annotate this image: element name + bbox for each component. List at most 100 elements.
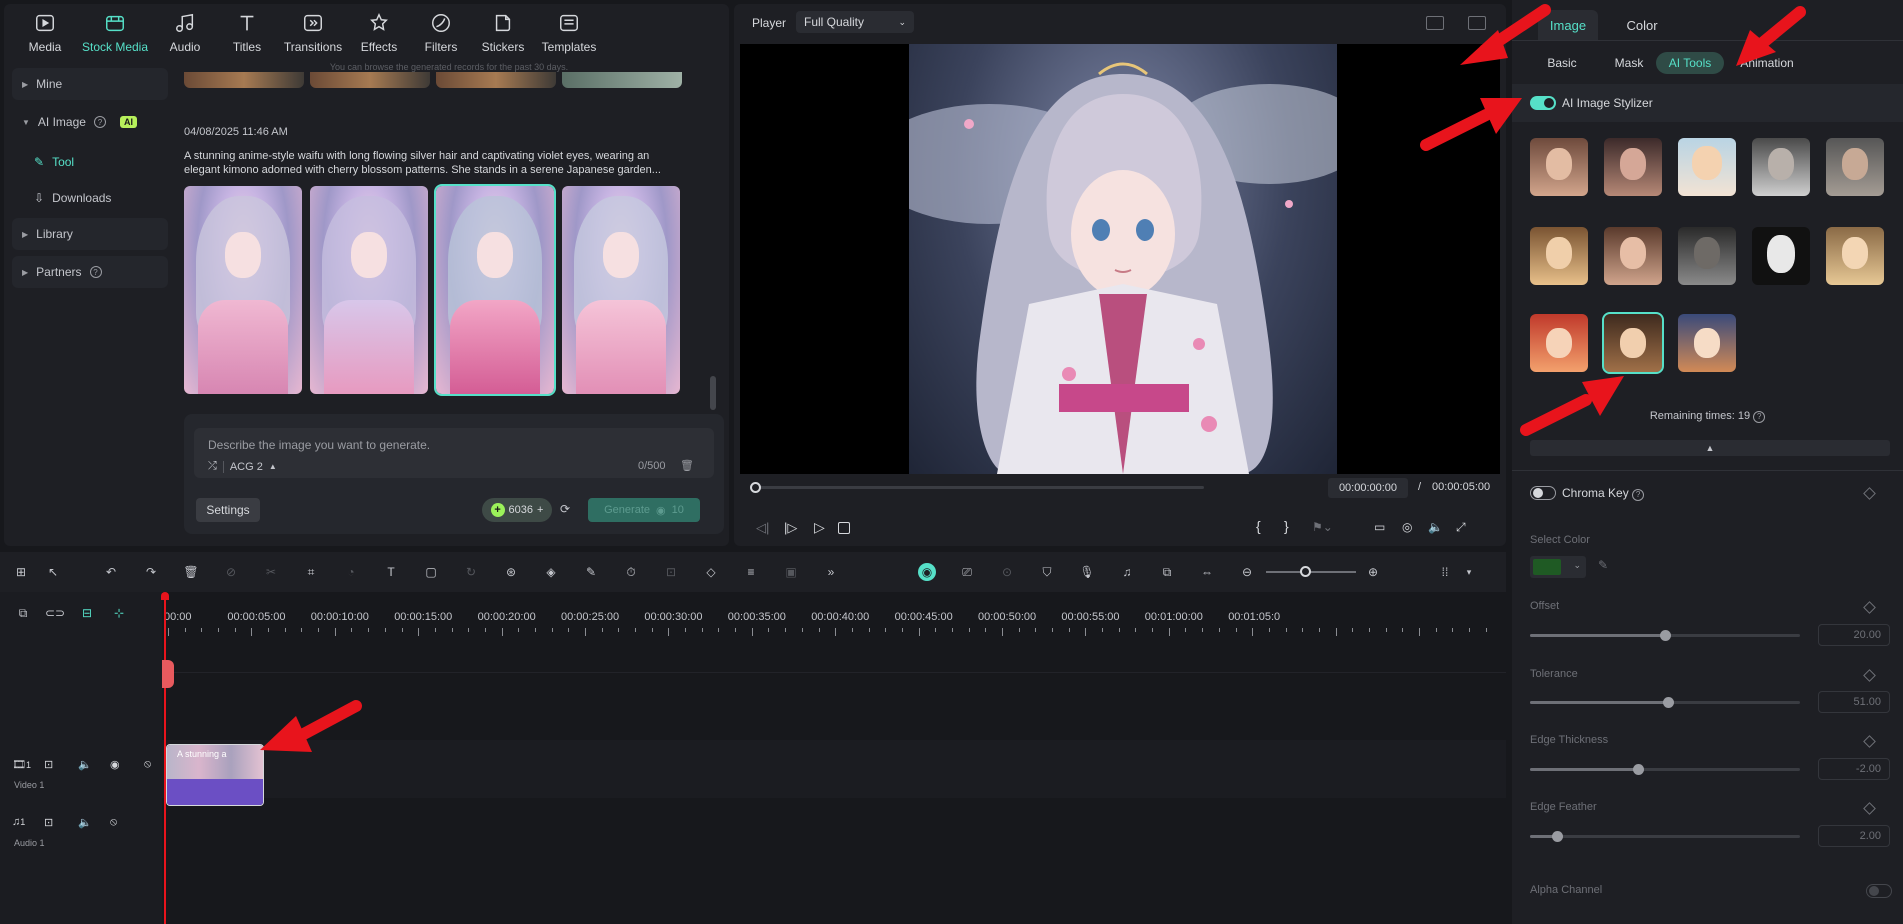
chroma-key-toggle[interactable] — [1530, 486, 1556, 500]
collapse-button[interactable]: ▲ — [1530, 440, 1890, 456]
offset-slider[interactable] — [1530, 630, 1800, 641]
nav-tool[interactable]: ✎ Tool — [12, 144, 168, 180]
style-thumb[interactable] — [1826, 138, 1884, 196]
color-picker[interactable]: ⌄ — [1530, 556, 1586, 578]
nav-downloads[interactable]: ⇩ Downloads — [12, 180, 168, 216]
tab-templates[interactable]: Templates — [534, 4, 604, 62]
timeline-ruler[interactable]: 00:00 00:00:05:00 00:00:10:00 00:00:15:00 00… — [0, 552, 1506, 636]
tab-stock-media[interactable]: Stock Media — [76, 4, 154, 62]
gen-timestamp: 04/08/2025 11:46 AM — [184, 126, 288, 138]
tab-titles[interactable]: Titles — [216, 4, 278, 62]
generated-image[interactable] — [562, 186, 680, 394]
tab-audio[interactable]: Audio — [154, 4, 216, 62]
tab-transitions[interactable]: Transitions — [278, 4, 348, 62]
style-thumb[interactable] — [1752, 138, 1810, 196]
tab-media[interactable]: Media — [14, 4, 76, 62]
generate-button[interactable]: Generate ◉ 10 — [588, 498, 700, 522]
tab-color[interactable]: Color — [1612, 10, 1672, 40]
fullscreen-icon[interactable]: ⤢ — [1456, 520, 1466, 535]
playback-scrubber[interactable] — [754, 486, 1204, 489]
style-thumb[interactable] — [1678, 227, 1736, 285]
keyframe-icon[interactable] — [1863, 735, 1876, 748]
nav-library[interactable]: ▶ Library — [12, 218, 168, 250]
mark-out-icon[interactable]: } — [1284, 518, 1289, 534]
alpha-channel-toggle[interactable] — [1866, 884, 1892, 898]
help-icon[interactable]: ? — [1753, 410, 1766, 423]
tab-effects[interactable]: Effects — [348, 4, 410, 62]
slider-knob[interactable] — [1660, 630, 1671, 641]
style-thumb[interactable] — [1530, 227, 1588, 285]
eye-icon[interactable]: ◉ — [110, 758, 120, 771]
keyframe-icon[interactable] — [1863, 669, 1876, 682]
face — [1546, 237, 1572, 269]
edge-feather-slider[interactable] — [1530, 831, 1800, 842]
preview-canvas[interactable] — [740, 44, 1500, 474]
offset-value[interactable]: 20.00 — [1818, 624, 1890, 646]
current-time[interactable]: 00:00:00:00 — [1328, 478, 1408, 498]
edge-thickness-slider[interactable] — [1530, 764, 1800, 775]
edge-thickness-value[interactable]: -2.00 — [1818, 758, 1890, 780]
tab-stickers[interactable]: Stickers — [472, 4, 534, 62]
style-thumb[interactable] — [1678, 314, 1736, 372]
slider-knob[interactable] — [1662, 697, 1674, 708]
media-panel: Media Stock Media Audio Titles Transitio… — [4, 4, 729, 546]
help-icon[interactable]: ? — [1632, 488, 1645, 501]
lock-icon[interactable]: ⊡ — [44, 816, 53, 829]
playhead-line[interactable] — [164, 595, 166, 924]
refresh-icon[interactable]: ⟳ — [560, 502, 570, 516]
model-selector[interactable]: ⤮ ACG 2 ▲ — [208, 460, 277, 473]
stop-icon[interactable] — [838, 522, 850, 534]
scrollbar-thumb[interactable] — [710, 376, 716, 410]
play-icon[interactable]: ▷ — [814, 519, 825, 536]
prompt-input[interactable]: Describe the image you want to generate. — [208, 438, 430, 452]
mute-icon[interactable]: 🔈 — [78, 758, 92, 771]
hide-icon[interactable]: ⦸ — [144, 758, 151, 771]
generated-image[interactable] — [184, 186, 302, 394]
slider-knob[interactable] — [1633, 764, 1644, 775]
prev-frame-icon[interactable]: ◁| — [756, 520, 769, 536]
style-thumb[interactable] — [1678, 138, 1736, 196]
display-icon[interactable]: ▭ — [1374, 520, 1385, 534]
trash-icon[interactable]: 🗑 — [680, 459, 694, 472]
subtab-mask[interactable]: Mask — [1602, 52, 1656, 74]
lock-icon[interactable]: ⊡ — [44, 758, 53, 771]
style-thumb[interactable] — [1826, 227, 1884, 285]
keyframe-icon[interactable] — [1863, 601, 1876, 614]
keyframe-icon[interactable] — [1863, 487, 1876, 500]
tab-filters[interactable]: Filters — [410, 4, 472, 62]
mute-icon[interactable]: 🔈 — [78, 816, 92, 829]
eyedropper-icon[interactable]: ✎ — [1598, 558, 1608, 572]
tolerance-value[interactable]: 51.00 — [1818, 691, 1890, 713]
nav-partners[interactable]: ▶ Partners? — [12, 256, 168, 288]
marker-icon[interactable]: ⚑⌄ — [1312, 520, 1333, 534]
nav-ai-image[interactable]: ▼ AI Image? AI — [12, 106, 168, 138]
edge-feather-value[interactable]: 2.00 — [1818, 825, 1890, 847]
step-forward-icon[interactable]: |▷ — [784, 520, 797, 536]
style-thumb[interactable] — [1752, 227, 1810, 285]
style-thumb[interactable] — [1604, 138, 1662, 196]
credits-button[interactable]: +6036 + — [482, 498, 552, 522]
help-icon[interactable]: ? — [93, 116, 106, 128]
help-icon[interactable]: ? — [89, 266, 102, 278]
settings-button[interactable]: Settings — [196, 498, 260, 522]
snapshot-icon[interactable]: ◎ — [1402, 520, 1412, 534]
nav-mine[interactable]: ▶ Mine — [12, 68, 168, 100]
subtab-ai-tools[interactable]: AI Tools — [1656, 52, 1724, 74]
quality-select[interactable]: Full Quality ⌄ — [796, 11, 914, 33]
tolerance-slider[interactable] — [1530, 697, 1800, 708]
keyframe-icon[interactable] — [1863, 802, 1876, 815]
scrubber-handle[interactable] — [750, 482, 761, 493]
generated-image[interactable] — [310, 186, 428, 394]
slider-knob[interactable] — [1552, 831, 1563, 842]
playhead-handle[interactable] — [161, 592, 169, 600]
tab-audio-label: Audio — [169, 40, 201, 54]
hide-icon[interactable]: ⦸ — [110, 816, 117, 829]
style-thumb-selected[interactable] — [1602, 312, 1664, 374]
style-thumb[interactable] — [1530, 314, 1588, 372]
playhead-marker[interactable] — [162, 660, 174, 688]
style-thumb[interactable] — [1604, 227, 1662, 285]
mark-in-icon[interactable]: { — [1256, 518, 1261, 534]
volume-icon[interactable]: 🔈 — [1428, 520, 1443, 534]
style-thumb[interactable] — [1530, 138, 1588, 196]
generated-image-selected[interactable] — [434, 184, 556, 396]
